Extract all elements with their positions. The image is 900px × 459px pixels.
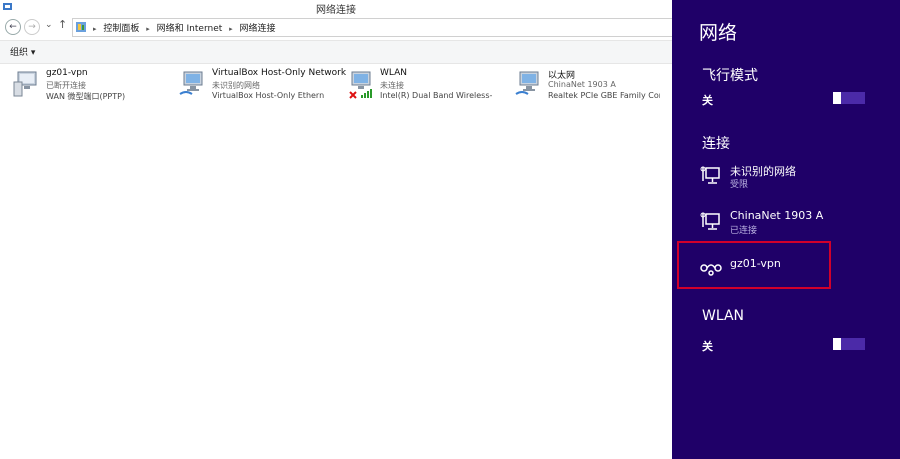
airplane-mode-state: 关	[702, 94, 713, 107]
command-bar: 组织 ▾	[0, 40, 672, 64]
chevron-right-icon: ▸	[93, 25, 97, 33]
connection-status: 未连接	[380, 81, 404, 90]
wired-network-icon	[700, 166, 720, 184]
annotation-highlight-box	[677, 241, 831, 289]
network-connections-window: 网络连接 ← → ⌄ ↑ ▸ 控制面板 ▸ 网络和 Internet ▸ 网络连…	[0, 0, 673, 459]
connection-item-gz01-vpn[interactable]: gz01-vpn 已断开连接 WAN 微型端口(PPTP)	[0, 66, 160, 104]
connections-heading: 连接	[702, 136, 730, 152]
network-charm-panel: 网络 飞行模式 关 连接 未识别的网络 受限 ChinaNet 1903 A 已…	[672, 0, 900, 459]
breadcrumb-control-panel[interactable]: 控制面板	[103, 24, 139, 34]
toggle-knob	[833, 92, 841, 104]
wlan-connection-icon	[349, 71, 372, 99]
organize-menu-button[interactable]: 组织 ▾	[10, 45, 35, 58]
up-button[interactable]: ↑	[58, 18, 67, 31]
connection-item-virtualbox[interactable]: VirtualBox Host-Only Network 未识别的网络 Virt…	[166, 66, 346, 104]
toggle-knob	[833, 338, 841, 350]
connection-item-ethernet[interactable]: 以太网 ChinaNet 1903 A Realtek PCIe GBE Fam…	[502, 66, 662, 104]
connection-name: WLAN	[380, 68, 408, 78]
connection-status: ChinaNet 1903 A	[548, 80, 616, 89]
back-button[interactable]: ←	[5, 19, 21, 35]
title-bar: 网络连接	[0, 0, 672, 16]
address-bar[interactable]: ▸ 控制面板 ▸ 网络和 Internet ▸ 网络连接	[72, 18, 673, 37]
airplane-mode-toggle[interactable]	[833, 92, 865, 104]
connection-status: 未识别的网络	[212, 81, 260, 90]
connection-status: 已断开连接	[46, 81, 86, 90]
vpn-connection-icon	[13, 71, 37, 97]
connection-device: WAN 微型端口(PPTP)	[46, 92, 126, 101]
forward-button[interactable]: →	[24, 19, 40, 35]
panel-title: 网络	[699, 22, 738, 44]
navigation-bar: ← → ⌄ ↑ ▸ 控制面板 ▸ 网络和 Internet ▸ 网络连接	[0, 16, 673, 38]
wlan-toggle[interactable]	[833, 338, 865, 350]
wlan-state: 关	[702, 340, 713, 353]
chevron-right-icon: ▸	[229, 25, 233, 33]
breadcrumb: ▸ 控制面板 ▸ 网络和 Internet ▸ 网络连接	[93, 21, 280, 34]
connection-name: VirtualBox Host-Only Network	[212, 68, 347, 78]
network-item-unidentified[interactable]: 未识别的网络 受限	[700, 163, 870, 197]
ethernet-connection-icon	[179, 71, 203, 95]
chevron-right-icon: ▸	[146, 25, 150, 33]
breadcrumb-network-internet[interactable]: 网络和 Internet	[157, 24, 223, 34]
network-status: 受限	[730, 180, 749, 190]
connection-device: Intel(R) Dual Band Wireless-N ...	[380, 91, 492, 100]
ethernet-connection-icon	[515, 71, 539, 95]
connection-device: VirtualBox Host-Only Ethernet ...	[212, 91, 324, 100]
connection-item-wlan[interactable]: WLAN 未连接 Intel(R) Dual Band Wireless-N .…	[334, 66, 494, 104]
recent-locations-dropdown[interactable]: ⌄	[45, 20, 53, 30]
wired-network-icon	[700, 212, 720, 230]
breadcrumb-network-connections[interactable]: 网络连接	[240, 24, 276, 34]
connection-name: gz01-vpn	[46, 68, 88, 78]
connection-device: Realtek PCIe GBE Family Contr...	[548, 91, 660, 100]
network-item-chinanet[interactable]: ChinaNet 1903 A 已连接	[700, 209, 870, 243]
control-panel-icon	[76, 22, 86, 32]
wlan-heading: WLAN	[702, 308, 745, 324]
network-name: ChinaNet 1903 A	[730, 209, 824, 222]
window-title: 网络连接	[316, 5, 356, 16]
airplane-mode-heading: 飞行模式	[702, 68, 758, 84]
network-status: 已连接	[730, 226, 758, 236]
